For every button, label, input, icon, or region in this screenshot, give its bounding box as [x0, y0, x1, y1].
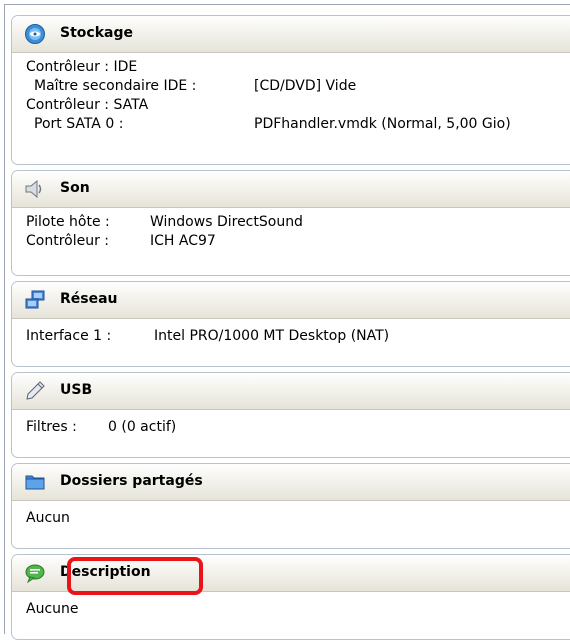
detail-row: Contrôleur : ICH AC97 — [26, 232, 570, 251]
detail-value: ICH AC97 — [150, 233, 216, 249]
section-storage-header[interactable]: Stockage — [12, 16, 570, 53]
detail-value: [CD/DVD] Vide — [254, 78, 357, 94]
section-network-body: Interface 1 : Intel PRO/1000 MT Desktop … — [12, 319, 570, 346]
detail-label: Interface 1 : — [26, 328, 112, 344]
detail-value: PDFhandler.vmdk (Normal, 5,00 Gio) — [254, 116, 511, 132]
detail-label: Contrôleur : — [26, 233, 110, 249]
folder-icon — [24, 471, 46, 493]
section-usb: USB Filtres : 0 (0 actif) — [11, 372, 570, 458]
detail-value: Intel PRO/1000 MT Desktop (NAT) — [154, 328, 390, 344]
section-usb-header[interactable]: USB — [12, 373, 570, 410]
section-description: Description Aucune — [11, 554, 570, 640]
detail-label: Contrôleur : SATA — [26, 97, 149, 113]
detail-row: Aucun — [26, 509, 570, 528]
section-shared-folders: Dossiers partagés Aucun — [11, 463, 570, 549]
section-title: Stockage — [60, 25, 133, 41]
section-audio-header[interactable]: Son — [12, 171, 570, 208]
detail-row: Contrôleur : SATA — [26, 96, 570, 115]
detail-label: Filtres : — [26, 419, 77, 435]
detail-label: Maître secondaire IDE : — [34, 78, 197, 94]
speaker-icon — [24, 178, 46, 200]
section-description-header[interactable]: Description — [12, 555, 570, 595]
detail-row: Aucune — [26, 600, 570, 619]
disk-icon — [24, 23, 46, 45]
detail-value: 0 (0 actif) — [108, 419, 177, 435]
section-network: Réseau Interface 1 : Intel PRO/1000 MT D… — [11, 281, 570, 367]
vm-details-panel: Stockage Contrôleur : IDE Maître seconda… — [4, 4, 570, 640]
detail-label: Aucun — [26, 510, 70, 526]
section-storage: Stockage Contrôleur : IDE Maître seconda… — [11, 15, 570, 165]
detail-row: Port SATA 0 : PDFhandler.vmdk (Normal, 5… — [26, 115, 570, 134]
detail-label: Port SATA 0 : — [34, 116, 124, 132]
detail-value: Windows DirectSound — [150, 214, 303, 230]
detail-label: Contrôleur : IDE — [26, 59, 138, 75]
network-icon — [24, 289, 46, 311]
section-network-header[interactable]: Réseau — [12, 282, 570, 319]
section-shared-folders-header[interactable]: Dossiers partagés — [12, 464, 570, 501]
speech-bubble-icon — [24, 562, 46, 584]
section-title: USB — [60, 382, 93, 398]
detail-row: Pilote hôte : Windows DirectSound — [26, 213, 570, 232]
section-title: Son — [60, 180, 90, 196]
detail-row: Maître secondaire IDE : [CD/DVD] Vide — [26, 77, 570, 96]
detail-label: Pilote hôte : — [26, 214, 110, 230]
detail-row: Filtres : 0 (0 actif) — [26, 418, 570, 437]
section-audio: Son Pilote hôte : Windows DirectSound Co… — [11, 170, 570, 276]
section-storage-body: Contrôleur : IDE Maître secondaire IDE :… — [12, 53, 570, 134]
section-audio-body: Pilote hôte : Windows DirectSound Contrô… — [12, 208, 570, 251]
highlight-annotation — [67, 557, 203, 595]
section-title: Dossiers partagés — [60, 473, 203, 489]
detail-row: Contrôleur : IDE — [26, 58, 570, 77]
section-shared-folders-body: Aucun — [12, 501, 570, 528]
usb-pen-icon — [24, 380, 46, 402]
section-description-body: Aucune — [12, 592, 570, 619]
detail-label: Aucune — [26, 601, 79, 617]
section-title: Réseau — [60, 291, 118, 307]
detail-row: Interface 1 : Intel PRO/1000 MT Desktop … — [26, 327, 570, 346]
section-usb-body: Filtres : 0 (0 actif) — [12, 410, 570, 437]
